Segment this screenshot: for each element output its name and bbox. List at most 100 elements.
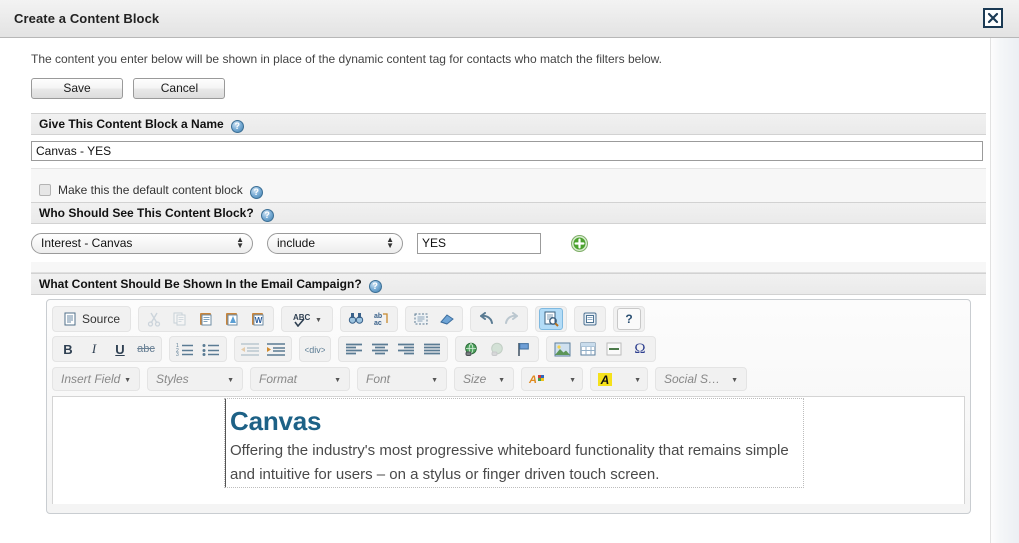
filter-operator-select[interactable]: include ▲ ▼ xyxy=(267,232,403,254)
find-icon[interactable] xyxy=(344,308,368,330)
content-block-name-input[interactable] xyxy=(31,141,983,161)
decrease-indent-icon[interactable] xyxy=(238,338,262,360)
table-icon[interactable] xyxy=(576,338,600,360)
replace-icon[interactable]: ab ac xyxy=(370,308,394,330)
svg-text:ab: ab xyxy=(374,313,382,320)
spell-check-icon[interactable]: ABC ▼ xyxy=(285,308,329,330)
undo-icon[interactable] xyxy=(474,308,498,330)
chevron-down-icon-insert-field: ▼ xyxy=(124,376,131,384)
text-color-swatch: A xyxy=(528,372,544,387)
align-center-icon[interactable] xyxy=(368,338,392,360)
default-content-block-row: Make this the default content block ? xyxy=(31,178,986,202)
editor-toolbar-row-2: B I U abc 123 <div> Ω xyxy=(52,335,965,363)
page-scrollbar[interactable] xyxy=(990,38,1019,543)
bulleted-list-icon[interactable] xyxy=(199,338,223,360)
default-content-block-checkbox[interactable] xyxy=(39,184,51,196)
text-color-dropdown[interactable]: A ▼ xyxy=(521,367,583,391)
horizontal-rule-icon[interactable] xyxy=(602,338,626,360)
div-container-icon[interactable]: <div> xyxy=(303,338,327,360)
svg-text:?: ? xyxy=(625,312,632,326)
bold-label: B xyxy=(63,341,73,357)
help-icon-content[interactable]: ? xyxy=(368,279,382,293)
section-header-name: Give This Content Block a Name ? xyxy=(31,113,986,135)
paste-from-word-icon[interactable]: W xyxy=(246,308,270,330)
strikethrough-icon[interactable]: abc xyxy=(134,338,158,360)
filter-field-select[interactable]: Interest - Canvas ▲ ▼ xyxy=(31,232,253,254)
source-button-label: Source xyxy=(82,312,121,326)
cut-icon[interactable] xyxy=(142,308,166,330)
svg-text:A: A xyxy=(528,374,537,386)
anchor-icon[interactable] xyxy=(511,338,535,360)
insert-field-label: Insert Field xyxy=(61,372,121,386)
editor-toolbar-row-3: Insert Field ▼ Styles ▼ Format ▼ Font ▼ … xyxy=(52,365,965,393)
underline-label: U xyxy=(115,341,125,357)
font-label: Font xyxy=(366,372,391,386)
content-heading[interactable]: Canvas xyxy=(230,406,791,437)
action-button-row: Save Cancel xyxy=(31,78,990,99)
cancel-button[interactable]: Cancel xyxy=(133,78,226,99)
align-right-icon[interactable] xyxy=(394,338,418,360)
toolbar-group-undo xyxy=(469,306,528,332)
insert-field-dropdown[interactable]: Insert Field ▼ xyxy=(52,367,140,391)
background-color-dropdown[interactable]: A ▼ xyxy=(590,367,648,391)
social-share-label: Social S… xyxy=(664,372,721,386)
help-icon-default-block[interactable]: ? xyxy=(249,185,263,199)
name-section-spacer xyxy=(31,168,986,178)
filter-field-value: Interest - Canvas xyxy=(41,235,133,250)
content-paragraph[interactable]: Offering the industry's most progressive… xyxy=(230,439,791,487)
toolbar-group-document: Source xyxy=(52,306,132,332)
unlink-icon[interactable] xyxy=(485,338,509,360)
add-filter-icon[interactable] xyxy=(571,234,588,252)
numbered-list-icon[interactable]: 123 xyxy=(173,338,197,360)
svg-text:W: W xyxy=(255,316,263,325)
toolbar-group-templates xyxy=(573,306,606,332)
preview-icon[interactable] xyxy=(538,308,563,330)
save-button[interactable]: Save xyxy=(31,78,123,99)
paste-text-icon[interactable] xyxy=(220,308,244,330)
italic-icon[interactable]: I xyxy=(82,338,106,360)
section-header-content: What Content Should Be Shown In the Emai… xyxy=(31,273,986,295)
dialog-title: Create a Content Block xyxy=(14,11,160,26)
size-label: Size xyxy=(463,372,487,386)
filter-value-input[interactable] xyxy=(417,232,541,254)
align-left-icon[interactable] xyxy=(342,338,366,360)
align-justify-icon[interactable] xyxy=(420,338,444,360)
svg-text:A: A xyxy=(600,373,610,387)
source-button[interactable]: Source xyxy=(56,308,127,330)
toolbar-group-find: ab ac xyxy=(339,306,398,332)
paste-icon[interactable] xyxy=(194,308,218,330)
svg-text:ac: ac xyxy=(374,320,382,327)
redo-icon[interactable] xyxy=(500,308,524,330)
underline-icon[interactable]: U xyxy=(108,338,132,360)
size-dropdown[interactable]: Size ▼ xyxy=(454,367,514,391)
social-share-dropdown[interactable]: Social S… ▼ xyxy=(655,367,747,391)
link-icon[interactable] xyxy=(459,338,483,360)
font-dropdown[interactable]: Font ▼ xyxy=(357,367,447,391)
chevron-down-icon-text-color: ▼ xyxy=(569,376,576,384)
intro-text: The content you enter below will be show… xyxy=(31,52,663,66)
format-dropdown[interactable]: Format ▼ xyxy=(250,367,350,391)
help-icon-audience[interactable]: ? xyxy=(260,208,274,222)
bold-icon[interactable]: B xyxy=(56,338,80,360)
increase-indent-icon[interactable] xyxy=(264,338,288,360)
styles-dropdown[interactable]: Styles ▼ xyxy=(147,367,243,391)
select-all-icon[interactable] xyxy=(409,308,433,330)
chevron-down-icon-font: ▼ xyxy=(431,376,438,384)
image-icon[interactable] xyxy=(550,338,574,360)
copy-icon[interactable] xyxy=(168,308,192,330)
templates-icon[interactable] xyxy=(578,308,602,330)
content-table-cell[interactable]: Canvas Offering the industry's most prog… xyxy=(224,398,804,488)
format-label: Format xyxy=(259,372,298,386)
close-icon[interactable] xyxy=(983,8,1003,28)
toolbar-group-lists: 123 xyxy=(169,336,227,362)
section-header-content-label: What Content Should Be Shown In the Emai… xyxy=(39,277,362,291)
editor-content-area[interactable]: Canvas Offering the industry's most prog… xyxy=(52,396,965,504)
remove-format-icon[interactable] xyxy=(435,308,459,330)
special-character-icon[interactable]: Ω xyxy=(628,338,652,360)
help-icon-name[interactable]: ? xyxy=(230,119,244,133)
section-header-audience: Who Should See This Content Block? ? xyxy=(31,202,986,224)
italic-label: I xyxy=(91,341,97,356)
about-icon[interactable]: ? xyxy=(616,308,641,330)
toolbar-group-selection xyxy=(404,306,463,332)
strikethrough-label: abc xyxy=(137,343,155,355)
